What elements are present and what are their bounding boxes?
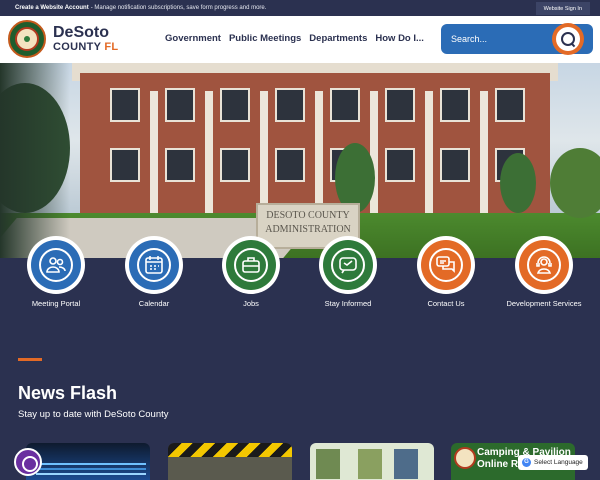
- search-icon: [556, 27, 580, 51]
- search-box: [441, 23, 593, 55]
- quick-link-label: Development Services: [506, 299, 582, 308]
- quick-link-jobs[interactable]: Jobs: [202, 236, 300, 308]
- news-card-1[interactable]: [26, 443, 150, 480]
- brand-name[interactable]: DeSoto: [53, 24, 109, 42]
- accessibility-icon[interactable]: [14, 448, 42, 476]
- quick-link-meeting-portal[interactable]: Meeting Portal: [7, 236, 105, 308]
- create-account-link[interactable]: Create a Website Account: [15, 5, 89, 11]
- account-bar: Create a Website Account - Manage notifi…: [0, 0, 600, 16]
- quick-link-calendar[interactable]: Calendar: [105, 236, 203, 308]
- chat-icon: [339, 257, 357, 274]
- quick-link-label: Calendar: [138, 299, 170, 308]
- news-flash-subtitle: Stay up to date with DeSoto County: [18, 409, 169, 420]
- briefcase-icon: [242, 257, 260, 273]
- search-button[interactable]: [552, 23, 584, 55]
- create-account-description: - Manage notification subscriptions, sav…: [90, 5, 267, 11]
- quick-link-label: Meeting Portal: [31, 299, 81, 308]
- quick-link-contact-us[interactable]: Contact Us: [397, 236, 495, 308]
- brand-county: COUNTY: [53, 41, 102, 53]
- quick-link-label: Stay Informed: [324, 299, 372, 308]
- hero-image: DESOTO COUNTY ADMINISTRATION: [0, 63, 600, 258]
- quick-link-stay-informed[interactable]: Stay Informed: [299, 236, 397, 308]
- language-selector[interactable]: G Select Language: [518, 455, 588, 470]
- main-navigation: Government Public Meetings Departments H…: [165, 33, 432, 44]
- news-card-2[interactable]: [168, 443, 292, 480]
- calendar-icon: [145, 256, 163, 274]
- county-seal-icon: [454, 447, 476, 469]
- county-seal-logo[interactable]: [8, 20, 46, 58]
- sign-line-2: ADMINISTRATION: [265, 224, 351, 235]
- support-icon: [536, 256, 552, 274]
- news-card-3[interactable]: [310, 443, 434, 480]
- search-input[interactable]: [451, 32, 541, 46]
- speech-bubbles-icon: [436, 256, 455, 273]
- site-header: DeSoto COUNTY FL Government Public Meeti…: [0, 16, 600, 63]
- nav-how-do-i[interactable]: How Do I...: [375, 33, 424, 44]
- brand-subtitle[interactable]: COUNTY FL: [53, 41, 118, 53]
- sign-line-1: DESOTO COUNTY: [266, 210, 350, 221]
- language-label: Select Language: [534, 459, 583, 466]
- quick-link-label: Contact Us: [427, 299, 465, 308]
- brand-state: FL: [104, 41, 119, 53]
- section-accent-line: [18, 358, 42, 361]
- news-flash-title: News Flash: [18, 383, 118, 403]
- quick-link-label: Jobs: [243, 299, 259, 308]
- google-translate-icon: G: [522, 458, 531, 467]
- people-icon: [46, 257, 66, 273]
- sign-in-button[interactable]: Website Sign In: [535, 2, 590, 15]
- nav-public-meetings[interactable]: Public Meetings: [229, 33, 301, 44]
- nav-departments[interactable]: Departments: [309, 33, 367, 44]
- nav-government[interactable]: Government: [165, 33, 221, 44]
- quick-link-development-services[interactable]: Development Services: [495, 236, 593, 308]
